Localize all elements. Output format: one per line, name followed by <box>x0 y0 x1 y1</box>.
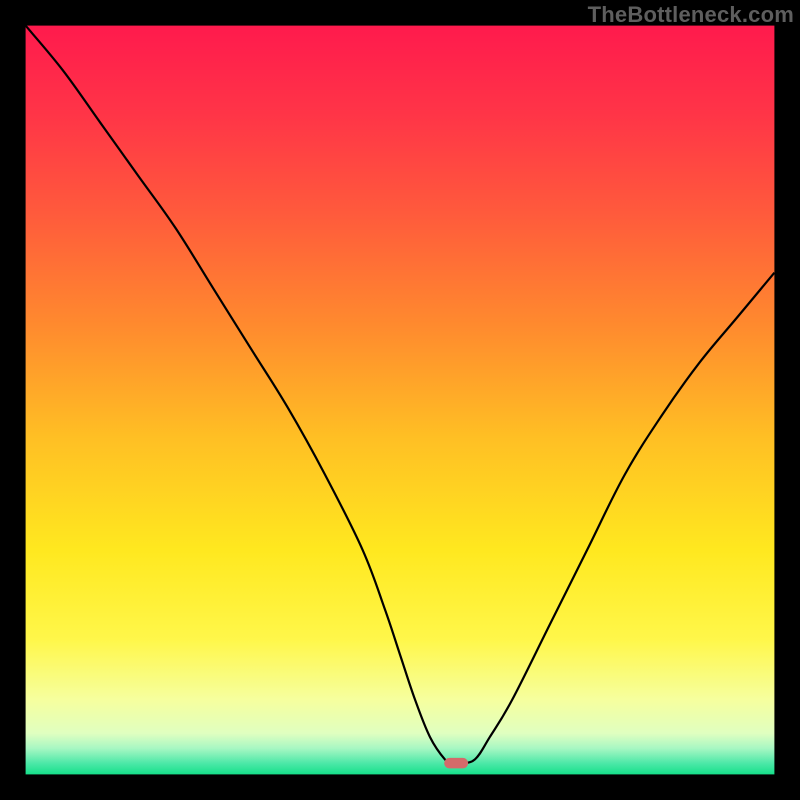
chart-svg <box>0 0 800 800</box>
chart-container: TheBottleneck.com <box>0 0 800 800</box>
watermark-text: TheBottleneck.com <box>588 2 794 28</box>
optimal-marker <box>444 758 468 768</box>
chart-plot-background <box>26 26 775 775</box>
